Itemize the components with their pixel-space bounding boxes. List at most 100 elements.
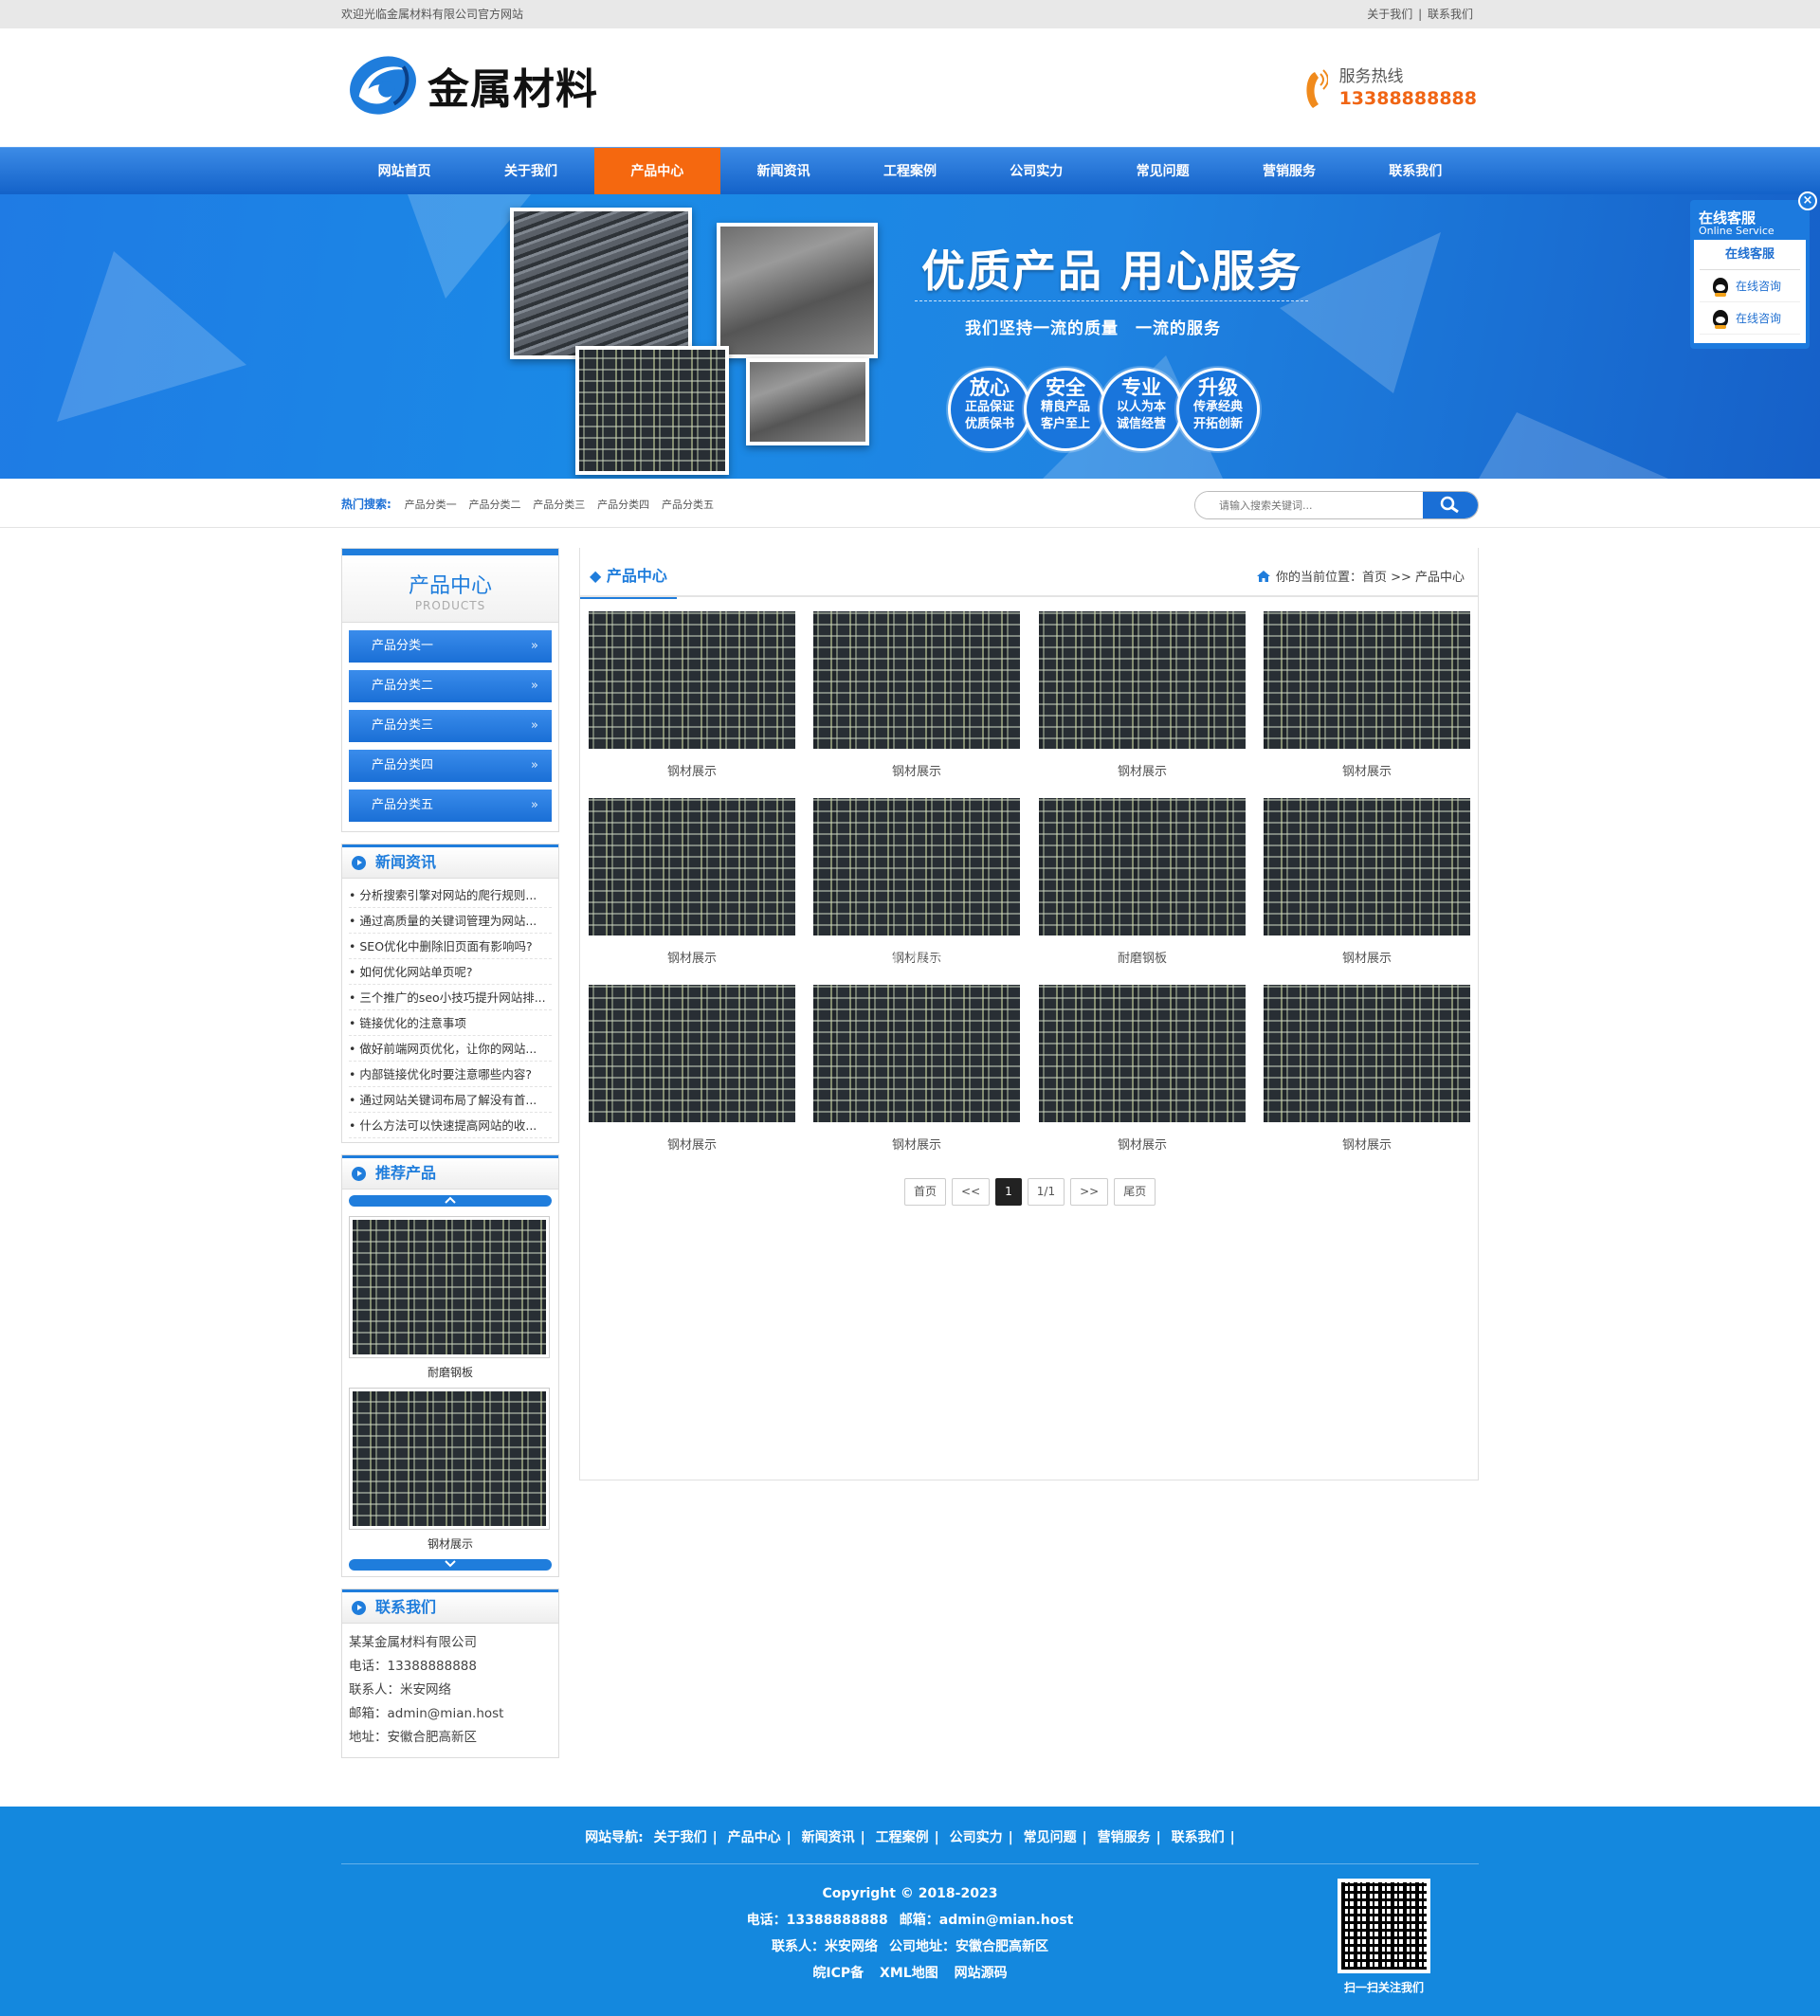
news-item[interactable]: • 分析搜索引擎对网站的爬行规则... [349, 882, 552, 908]
news-item[interactable]: • 三个推广的seo小技巧提升网站排... [349, 985, 552, 1010]
recommended-box: 推荐产品 耐磨钢板 钢材展示 [341, 1154, 559, 1577]
banner-slogan: 优质产品 用心服务 [921, 245, 1303, 297]
welcome-text: 欢迎光临金属材料有限公司官方网站 [341, 8, 524, 21]
close-icon[interactable]: × [1798, 191, 1817, 210]
product-card[interactable]: 钢材展示 [813, 611, 1020, 779]
nav-cases[interactable]: 工程案例 [846, 148, 973, 195]
scroll-up-button[interactable] [349, 1195, 552, 1207]
product-card[interactable]: 钢材展示 [589, 798, 795, 966]
footer-link-strength[interactable]: 公司实力 [950, 1830, 1003, 1845]
pagination: 首页 << 1 1/1 >> 尾页 [904, 1178, 1156, 1206]
footer-contact: 联系人：米安网络 [772, 1939, 878, 1954]
product-image [353, 1391, 546, 1526]
nav-home[interactable]: 网站首页 [341, 148, 467, 195]
banner-photo-plate [717, 223, 878, 358]
page-first[interactable]: 首页 [904, 1178, 947, 1206]
site-footer: 网站导航: 关于我们 | 产品中心 | 新闻资讯 | 工程案例 | 公司实力 | 常见问题… [0, 1807, 1820, 2016]
category-item-2[interactable]: 产品分类二» [349, 670, 552, 702]
product-image [1264, 985, 1470, 1122]
nav-faq[interactable]: 常见问题 [1100, 148, 1226, 195]
nav-marketing[interactable]: 营销服务 [1226, 148, 1352, 195]
recommended-item[interactable]: 耐磨钢板 [349, 1216, 552, 1380]
news-item[interactable]: • 通过高质量的关键词管理为网站... [349, 908, 552, 934]
news-item[interactable]: • 链接优化的注意事项 [349, 1010, 552, 1036]
nav-strength[interactable]: 公司实力 [974, 148, 1100, 195]
footer-link-contact[interactable]: 联系我们 [1172, 1830, 1225, 1845]
qq-consult-1[interactable]: 在线咨询 [1700, 270, 1800, 302]
category-item-1[interactable]: 产品分类一» [349, 630, 552, 663]
product-card[interactable]: 钢材展示 [813, 985, 1020, 1153]
main-area: 产品中心 PRODUCTS 产品分类一» 产品分类二» 产品分类三» 产品分类四… [0, 528, 1820, 1807]
site-header: 金属材料 服务热线 13388888888 [0, 28, 1820, 147]
news-item[interactable]: • SEO优化中删除旧页面有影响吗? [349, 934, 552, 959]
product-card[interactable]: 钢材展示 [1264, 798, 1470, 966]
hot-search-item[interactable]: 产品分类一 [405, 499, 457, 511]
badge-upgrade: 升级 传承经典 开拓创新 [1176, 368, 1260, 451]
footer-address: 公司地址：安徽合肥高新区 [889, 1939, 1048, 1954]
product-card[interactable]: 钢材展示 [1264, 611, 1470, 779]
news-box: 新闻资讯 • 分析搜索引擎对网站的爬行规则... • 通过高质量的关键词管理为网… [341, 844, 559, 1143]
site-logo[interactable]: 金属材料 [346, 47, 598, 123]
product-card[interactable]: 耐磨钢板 [1039, 798, 1246, 966]
product-card[interactable]: 钢材展示 [589, 611, 795, 779]
footer-phone: 电话：13388888888 [746, 1913, 888, 1928]
product-card[interactable]: 钢材展示 [1264, 985, 1470, 1153]
page-next[interactable]: >> [1070, 1178, 1109, 1206]
contact-person: 联系人：米安网络 [349, 1682, 451, 1698]
play-circle-icon [352, 1600, 366, 1615]
badge-professional: 专业 以人为本 诚信经营 [1100, 368, 1183, 451]
scroll-down-button[interactable] [349, 1559, 552, 1571]
service-title: 在线客服 [1699, 209, 1756, 227]
hot-search-item[interactable]: 产品分类三 [533, 499, 585, 511]
footer-link-cases[interactable]: 工程案例 [876, 1830, 929, 1845]
product-card[interactable]: 钢材展示 [589, 985, 795, 1153]
news-item[interactable]: • 通过网站关键词布局了解没有首... [349, 1087, 552, 1113]
qq-consult-2[interactable]: 在线咨询 [1700, 302, 1800, 335]
main-nav: 网站首页 关于我们 产品中心 新闻资讯 工程案例 公司实力 常见问题 营销服务 … [0, 147, 1820, 195]
search-input[interactable] [1195, 492, 1423, 518]
search-button[interactable] [1423, 492, 1478, 518]
nav-contact[interactable]: 联系我们 [1353, 148, 1479, 195]
nav-news[interactable]: 新闻资讯 [720, 148, 846, 195]
double-chevron-icon: » [531, 758, 538, 772]
footer-link-about[interactable]: 关于我们 [654, 1830, 707, 1845]
top-link-about[interactable]: 关于我们 [1367, 8, 1412, 21]
hot-search-item[interactable]: 产品分类二 [468, 499, 520, 511]
news-item[interactable]: • 内部链接优化时要注意哪些内容? [349, 1062, 552, 1087]
category-item-4[interactable]: 产品分类四» [349, 750, 552, 782]
news-item[interactable]: • 做好前端网页优化，让你的网站... [349, 1036, 552, 1062]
page-prev[interactable]: << [952, 1178, 991, 1206]
recommended-item[interactable]: 钢材展示 [349, 1388, 552, 1552]
nav-products[interactable]: 产品中心 [593, 148, 720, 195]
page-last[interactable]: 尾页 [1114, 1178, 1156, 1206]
double-chevron-icon: » [531, 639, 538, 653]
double-chevron-icon: » [531, 798, 538, 812]
product-card[interactable]: 钢材展示 [1039, 985, 1246, 1153]
page-current[interactable]: 1 [995, 1178, 1022, 1206]
double-chevron-icon: » [531, 718, 538, 733]
logo-text: 金属材料 [428, 65, 598, 114]
search-bar: 热门搜索: 产品分类一 产品分类二 产品分类三 产品分类四 产品分类五 [0, 479, 1820, 528]
news-item[interactable]: • 什么方法可以快速提高网站的收... [349, 1113, 552, 1138]
hot-search-item[interactable]: 产品分类五 [662, 499, 714, 511]
sitemap-link[interactable]: XML地图 [880, 1966, 938, 1981]
banner-photo-tube [575, 346, 729, 475]
footer-link-products[interactable]: 产品中心 [728, 1830, 781, 1845]
footer-email: 邮箱：admin@mian.host [899, 1913, 1074, 1928]
footer-link-faq[interactable]: 常见问题 [1024, 1830, 1077, 1845]
footer-link-news[interactable]: 新闻资讯 [802, 1830, 855, 1845]
hotline: 服务热线 13388888888 [1300, 66, 1477, 114]
product-image [1039, 611, 1246, 749]
nav-about[interactable]: 关于我们 [467, 148, 593, 195]
category-item-3[interactable]: 产品分类三» [349, 710, 552, 742]
double-chevron-icon: » [531, 679, 538, 693]
hot-search-item[interactable]: 产品分类四 [597, 499, 649, 511]
category-item-5[interactable]: 产品分类五» [349, 790, 552, 822]
sidebar: 产品中心 PRODUCTS 产品分类一» 产品分类二» 产品分类三» 产品分类四… [341, 548, 559, 1770]
icp-link[interactable]: 皖ICP备 [812, 1966, 864, 1981]
source-link[interactable]: 网站源码 [955, 1966, 1008, 1981]
product-card[interactable]: 钢材展示 [1039, 611, 1246, 779]
top-link-contact[interactable]: 联系我们 [1428, 8, 1473, 21]
news-item[interactable]: • 如何优化网站单页呢? [349, 959, 552, 985]
footer-link-marketing[interactable]: 营销服务 [1098, 1830, 1151, 1845]
